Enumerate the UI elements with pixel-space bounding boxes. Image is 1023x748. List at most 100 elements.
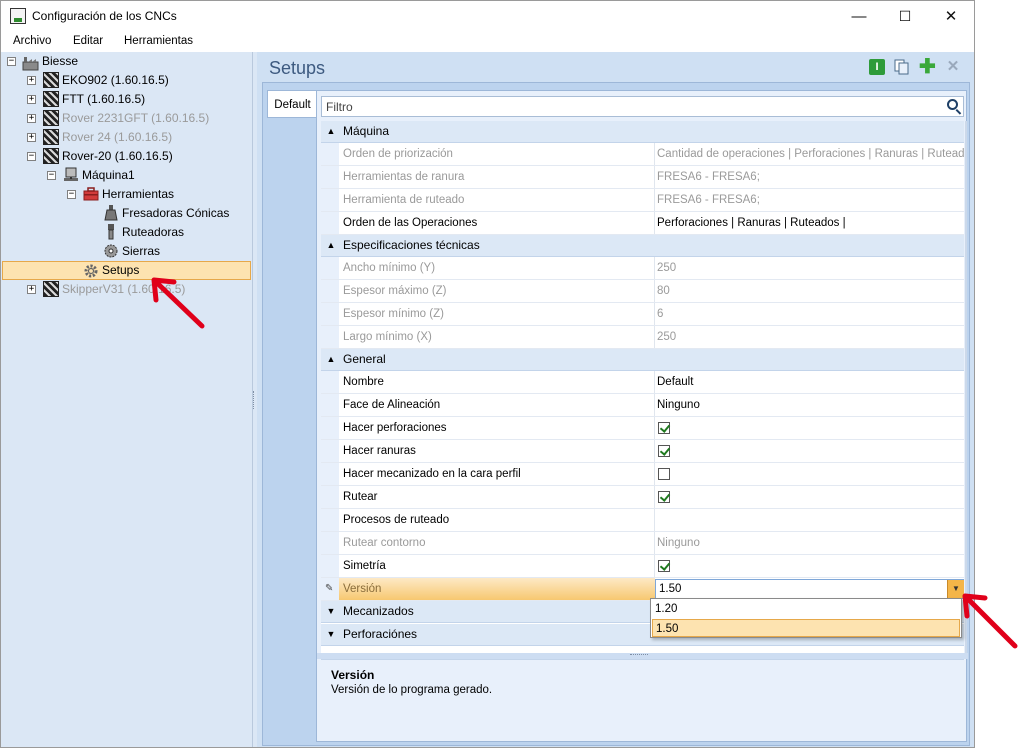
machine-icon xyxy=(43,129,59,145)
tab-default[interactable]: Default xyxy=(267,90,317,118)
filter-placeholder: Filtro xyxy=(326,100,353,114)
expand-arrow-icon[interactable]: ▼ xyxy=(325,624,337,645)
property-row-perforaciones[interactable]: Hacer perforaciones xyxy=(321,417,964,440)
description-text: Versión de lo programa gerado. xyxy=(331,684,493,696)
menu-archivo[interactable]: Archivo xyxy=(13,35,51,47)
maximize-button[interactable]: ☐ xyxy=(882,1,928,32)
pencil-icon: ✎ xyxy=(325,583,334,594)
checkbox-cara-perfil[interactable] xyxy=(658,468,670,480)
property-row[interactable]: Herramientas de ranura FRESA6 - FRESA6; xyxy=(321,166,964,189)
search-icon[interactable] xyxy=(947,99,958,110)
machine-icon xyxy=(43,91,59,107)
property-row-simetria[interactable]: Simetría xyxy=(321,555,964,578)
version-option[interactable]: 1.20 xyxy=(652,600,960,618)
checkbox-hacer-perforaciones[interactable] xyxy=(658,422,670,434)
checkbox-simetria[interactable] xyxy=(658,560,670,572)
description-title: Versión xyxy=(331,668,375,682)
property-grid: ▲ Máquina Orden de priorización Cantidad… xyxy=(321,121,964,653)
property-row[interactable]: Espesor mínimo (Z) 6 xyxy=(321,303,964,326)
menu-herramientas[interactable]: Herramientas xyxy=(124,35,193,47)
title-bar: Configuración de los CNCs — ☐ ✕ xyxy=(1,1,974,32)
menu-editar[interactable]: Editar xyxy=(73,35,103,47)
checkbox-hacer-ranuras[interactable] xyxy=(658,445,670,457)
toolbox-icon xyxy=(83,186,99,202)
window-title: Configuración de los CNCs xyxy=(32,9,177,23)
category-maquina[interactable]: ▲ Máquina xyxy=(321,121,964,143)
tree-item-herramientas[interactable]: Herramientas xyxy=(102,185,174,204)
expand-arrow-icon[interactable]: ▼ xyxy=(325,601,337,622)
property-row[interactable]: Espesor máximo (Z) 80 xyxy=(321,280,964,303)
collapse-arrow-icon[interactable]: ▲ xyxy=(325,349,337,370)
property-row-cara-perfil[interactable]: Hacer mecanizado en la cara perfil xyxy=(321,463,964,486)
machine-icon xyxy=(43,72,59,88)
selected-property-highlight xyxy=(339,578,655,600)
expand-toggle[interactable]: + xyxy=(27,114,36,123)
category-especificaciones[interactable]: ▲ Especificaciones técnicas xyxy=(321,235,964,257)
collapse-toggle[interactable]: − xyxy=(47,171,56,180)
collapse-arrow-icon[interactable]: ▲ xyxy=(325,121,337,142)
collapse-toggle[interactable]: − xyxy=(7,57,16,66)
setup-content: Filtro ▲ Máquina Orden de priorización C… xyxy=(316,90,968,742)
setups-panel: Setups I ✚ ✕ Default Filtro ▲ Máquina Or… xyxy=(257,52,974,747)
version-combobox[interactable]: 1.50 ▼ xyxy=(655,579,964,599)
tree-root-biesse[interactable]: Biesse xyxy=(42,52,78,71)
copy-icon[interactable] xyxy=(894,59,910,75)
menu-bar: Archivo Editar Herramientas xyxy=(1,32,974,52)
property-row-rutear[interactable]: Rutear xyxy=(321,486,964,509)
expand-toggle[interactable]: + xyxy=(27,285,36,294)
property-row-nombre[interactable]: Nombre Default xyxy=(321,371,964,394)
add-icon[interactable]: ✚ xyxy=(919,57,936,77)
filter-input[interactable]: Filtro xyxy=(321,96,964,117)
property-row[interactable]: Largo mínimo (X) 250 xyxy=(321,326,964,349)
expand-toggle[interactable]: + xyxy=(27,133,36,142)
tree-item-rover-24[interactable]: Rover 24 (1.60.16.5) xyxy=(62,128,172,147)
factory-icon xyxy=(22,55,39,71)
close-button[interactable]: ✕ xyxy=(928,1,974,32)
tree-item-sierras[interactable]: Sierras xyxy=(122,242,160,261)
machine-icon xyxy=(43,110,59,126)
tree-item-maquina1[interactable]: Máquina1 xyxy=(82,166,135,185)
property-row-procesos[interactable]: Procesos de ruteado xyxy=(321,509,964,532)
checkbox-rutear[interactable] xyxy=(658,491,670,503)
property-row-face[interactable]: Face de Alineación Ninguno xyxy=(321,394,964,417)
description-panel: Versión Versión de lo programa gerado. xyxy=(321,659,964,738)
collapse-toggle[interactable]: − xyxy=(67,190,76,199)
tree-item-ftt[interactable]: FTT (1.60.16.5) xyxy=(62,90,145,109)
machine-tree: − Biesse + EKO902 (1.60.16.5) + FTT (1.6… xyxy=(1,52,253,747)
saw-blade-icon xyxy=(103,243,119,259)
grid-scrollbar[interactable] xyxy=(965,121,967,653)
machine-unit-icon xyxy=(63,167,79,183)
property-row[interactable]: Orden de priorización Cantidad de operac… xyxy=(321,143,964,166)
annotation-arrow-icon xyxy=(962,593,1018,649)
expand-toggle[interactable]: + xyxy=(27,95,36,104)
tree-item-setups[interactable]: Setups xyxy=(102,261,139,280)
property-row-rutear-contorno[interactable]: Rutear contorno Ninguno xyxy=(321,532,964,555)
tree-item-rover-20[interactable]: Rover-20 (1.60.16.5) xyxy=(62,147,173,166)
panel-title: Setups xyxy=(269,58,326,78)
tree-item-rover-2231gft[interactable]: Rover 2231GFT (1.60.16.5) xyxy=(62,109,209,128)
minimize-button[interactable]: — xyxy=(836,1,882,32)
router-bit-icon xyxy=(103,224,119,240)
property-row-ranuras[interactable]: Hacer ranuras xyxy=(321,440,964,463)
collapse-toggle[interactable]: − xyxy=(27,152,36,161)
tabs-container: Default Filtro ▲ Máquina Orden de priori… xyxy=(262,82,970,746)
collapse-arrow-icon[interactable]: ▲ xyxy=(325,235,337,256)
property-row[interactable]: Herramienta de ruteado FRESA6 - FRESA6; xyxy=(321,189,964,212)
machine-icon xyxy=(43,281,59,297)
machine-icon xyxy=(43,148,59,164)
annotation-arrow-icon xyxy=(151,277,205,329)
setup-info-icon[interactable]: I xyxy=(869,59,885,75)
conical-mill-icon xyxy=(103,205,119,221)
delete-icon[interactable]: ✕ xyxy=(945,59,961,75)
gear-icon xyxy=(83,263,99,279)
version-dropdown-list: 1.20 1.50 xyxy=(650,598,962,638)
category-general[interactable]: ▲ General xyxy=(321,349,964,371)
version-option-selected[interactable]: 1.50 xyxy=(652,619,960,637)
property-row[interactable]: Orden de las Operaciones Perforaciones |… xyxy=(321,212,964,235)
tree-item-ruteadoras[interactable]: Ruteadoras xyxy=(122,223,184,242)
property-row[interactable]: Ancho mínimo (Y) 250 xyxy=(321,257,964,280)
expand-toggle[interactable]: + xyxy=(27,76,36,85)
tree-item-eko902[interactable]: EKO902 (1.60.16.5) xyxy=(62,71,169,90)
tree-item-fresadoras-conicas[interactable]: Fresadoras Cónicas xyxy=(122,204,229,223)
cnc-app-icon xyxy=(10,8,26,24)
